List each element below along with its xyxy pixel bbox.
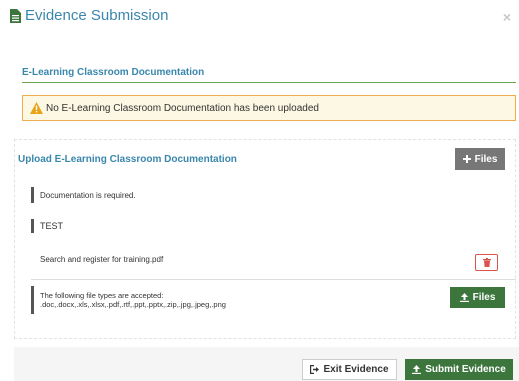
section-divider [22, 82, 516, 83]
upload-files-label: Files [472, 292, 496, 303]
warning-alert: No E-Learning Classroom Documentation ha… [22, 95, 516, 121]
section-title: E-Learning Classroom Documentation [22, 67, 205, 78]
accepted-types-list: .doc,.docx,.xls,.xlsx,.pdf,.rtf,.ppt,.pp… [40, 300, 226, 309]
exit-evidence-button[interactable]: Exit Evidence [302, 359, 397, 380]
document-icon [10, 8, 21, 23]
close-icon[interactable]: × [503, 10, 511, 24]
modal-title: Evidence Submission [10, 7, 168, 24]
upload-files-button[interactable]: Files [450, 287, 505, 308]
upload-icon [412, 365, 422, 374]
accepted-types-heading: The following file types are accepted: [40, 291, 164, 300]
submit-evidence-label: Submit Evidence [425, 364, 506, 375]
sign-out-icon [310, 365, 320, 374]
alert-text: No E-Learning Classroom Documentation ha… [46, 102, 319, 114]
plus-icon [462, 155, 471, 163]
modal-header: Evidence Submission × [0, 0, 519, 34]
file-divider [31, 279, 516, 280]
trash-icon [482, 258, 491, 267]
file-name: Search and register for training.pdf [40, 255, 164, 264]
test-note: TEST [31, 219, 63, 233]
delete-file-button[interactable] [475, 254, 498, 271]
accepted-types-note: The following file types are accepted: .… [31, 286, 226, 314]
upload-icon [459, 293, 469, 302]
required-note: Documentation is required. [31, 187, 136, 203]
modal-title-text: Evidence Submission [25, 7, 169, 24]
exit-evidence-label: Exit Evidence [323, 364, 389, 375]
add-files-button[interactable]: Files [455, 148, 505, 170]
submit-evidence-button[interactable]: Submit Evidence [405, 359, 513, 380]
upload-title: Upload E-Learning Classroom Documentatio… [18, 154, 237, 165]
warning-icon [30, 102, 43, 114]
add-files-label: Files [474, 153, 498, 165]
